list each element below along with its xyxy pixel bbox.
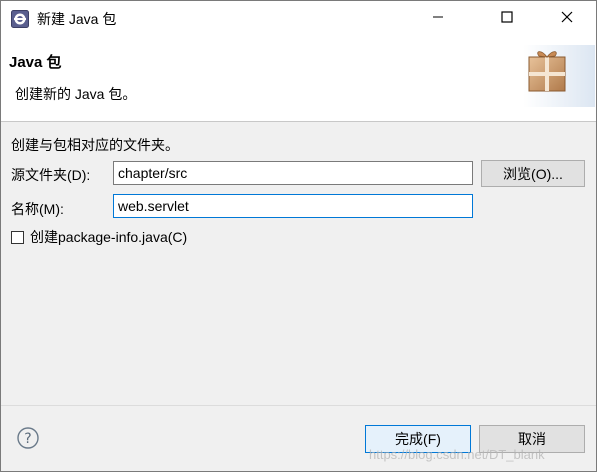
minimize-icon — [432, 10, 444, 28]
minimize-button[interactable] — [415, 1, 461, 37]
package-name-input[interactable] — [113, 194, 473, 218]
svg-text:?: ? — [24, 431, 31, 447]
source-folder-input[interactable] — [113, 161, 473, 185]
window-title: 新建 Java 包 — [37, 11, 117, 27]
help-icon[interactable]: ? — [17, 427, 39, 449]
close-icon — [561, 10, 573, 28]
banner-title: Java 包 — [9, 54, 62, 71]
browse-button[interactable]: 浏览(O)... — [481, 160, 585, 187]
maximize-button[interactable] — [484, 1, 530, 37]
watermark: https://blog.csdn.net/DT_blank — [369, 447, 545, 462]
package-info-checkbox[interactable] — [11, 230, 24, 244]
footer-divider — [1, 405, 596, 406]
title-bar: 新建 Java 包 — [1, 1, 596, 37]
new-java-package-dialog: 新建 Java 包 Java 包 创建新的 Java 包。 创建与包相对应的文件… — [0, 0, 597, 472]
package-info-checkbox-label: 创建package-info.java(C) — [30, 229, 188, 245]
package-info-option[interactable]: 创建package-info.java(C) — [11, 227, 187, 247]
maximize-icon — [501, 10, 513, 28]
source-folder-label: 源文件夹(D): — [11, 167, 91, 183]
name-label: 名称(M): — [11, 201, 64, 217]
close-button[interactable] — [544, 1, 590, 37]
wizard-banner: Java 包 创建新的 Java 包。 — [1, 37, 596, 122]
eclipse-icon — [11, 10, 29, 28]
form-intro: 创建与包相对应的文件夹。 — [11, 137, 179, 153]
package-gift-icon — [523, 45, 595, 107]
banner-description: 创建新的 Java 包。 — [15, 86, 137, 102]
